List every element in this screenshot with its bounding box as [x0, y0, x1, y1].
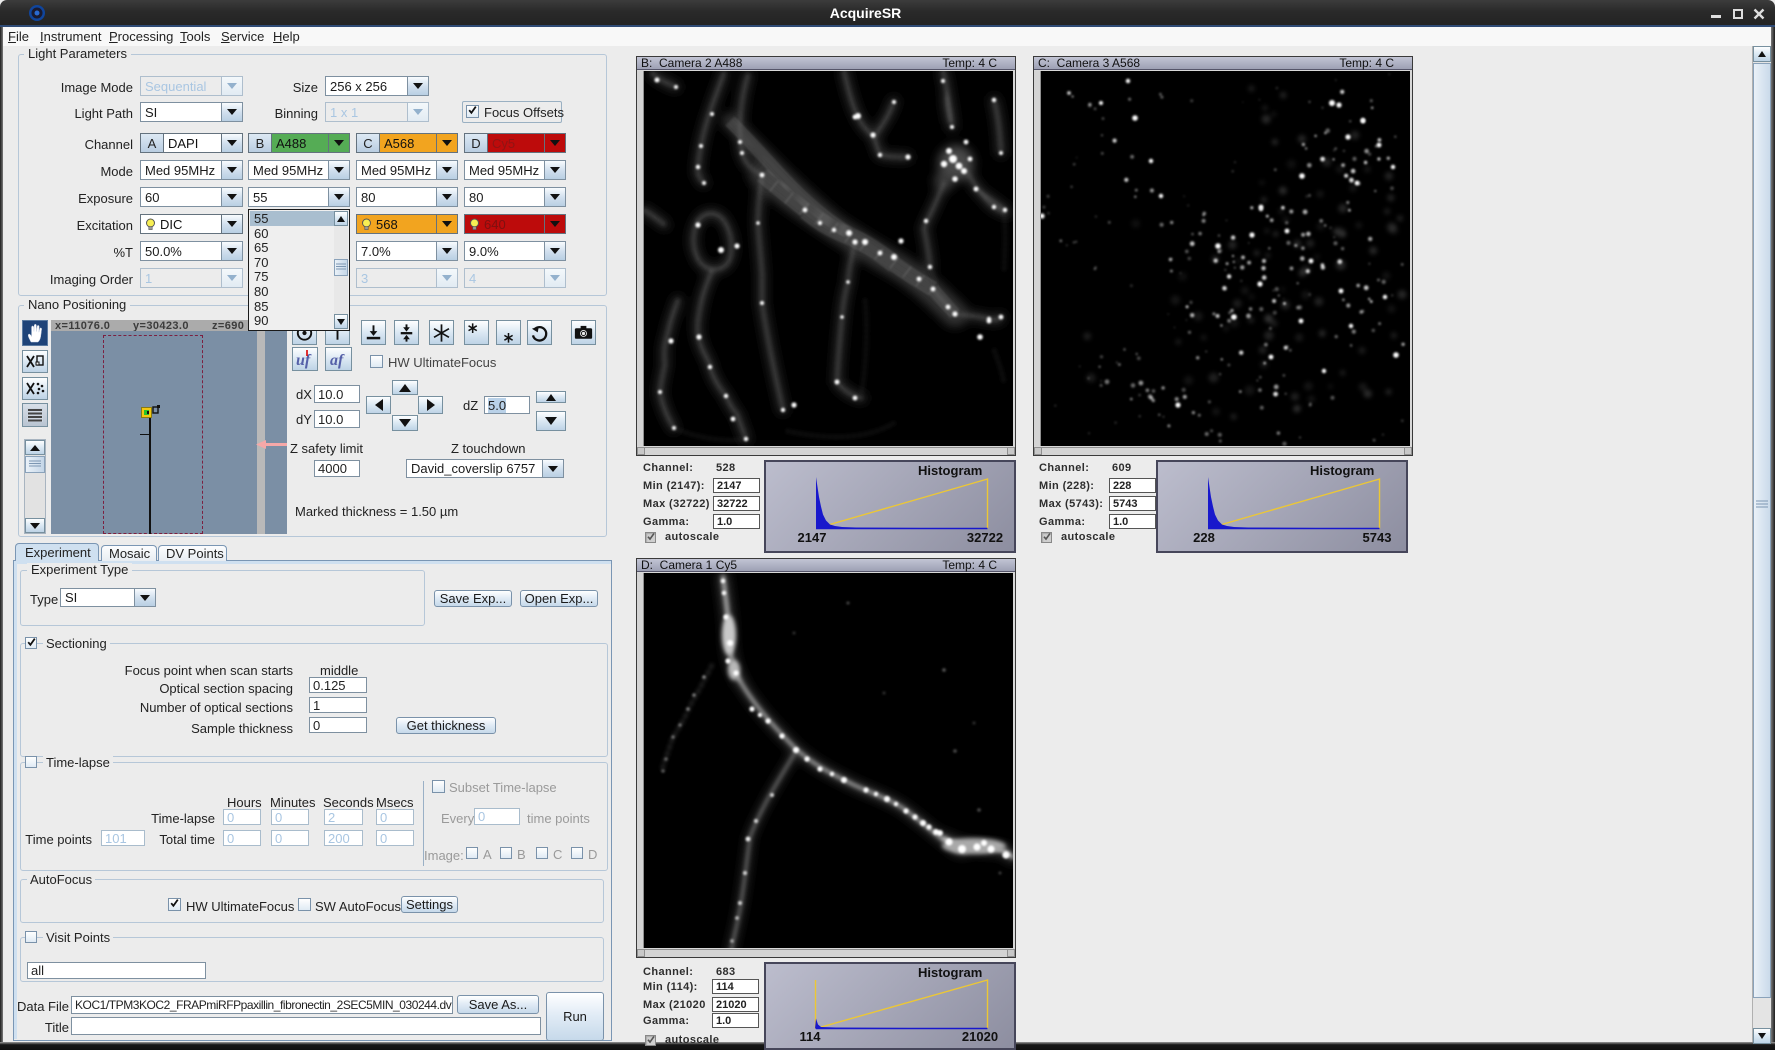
svg-text:af: af [330, 352, 345, 369]
svg-text:uf: uf [296, 352, 312, 369]
